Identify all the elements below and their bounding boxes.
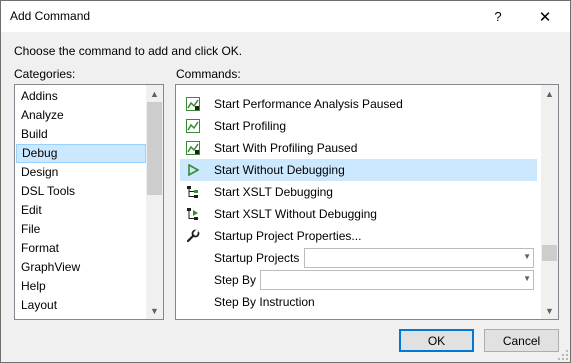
command-label: Start With Profiling Paused [214, 141, 358, 155]
help-icon: ? [494, 9, 502, 24]
resize-grip-icon[interactable] [556, 348, 568, 360]
command-item-startup-projects[interactable]: Startup Projects ▼ [180, 247, 537, 269]
command-item-step-by-instruction[interactable]: Step By Instruction [180, 291, 537, 313]
title-bar: Add Command ? ✕ [1, 1, 570, 32]
categories-scrollbar[interactable]: ▲ ▼ [146, 85, 163, 319]
chevron-down-icon: ▼ [523, 274, 531, 283]
step-by-combo[interactable]: ▼ [260, 270, 534, 290]
command-label: Step By [214, 273, 257, 287]
performance-chart-icon [185, 96, 201, 112]
category-item-debug[interactable]: Debug [16, 144, 146, 163]
category-item-format[interactable]: Format [16, 239, 146, 258]
category-item-design[interactable]: Design [16, 163, 146, 182]
command-item-start-performance-analysis-paused[interactable]: Start Performance Analysis Paused [180, 93, 537, 115]
category-item-build[interactable]: Build [16, 125, 146, 144]
chevron-down-icon: ▼ [523, 252, 531, 261]
command-label: Step By Instruction [214, 295, 315, 309]
command-label: Startup Projects [214, 251, 300, 265]
command-label: Startup Project Properties... [214, 229, 362, 243]
categories-scroll-thumb[interactable] [147, 102, 162, 195]
command-item-startup-project-properties[interactable]: Startup Project Properties... [180, 225, 537, 247]
category-item-dsl-tools[interactable]: DSL Tools [16, 182, 146, 201]
command-label: Start Profiling [214, 119, 287, 133]
scroll-down-icon[interactable]: ▼ [541, 302, 558, 319]
scroll-up-icon[interactable]: ▲ [146, 85, 163, 102]
scroll-down-icon[interactable]: ▼ [146, 302, 163, 319]
categories-listbox[interactable]: Addins Analyze Build Debug Design DSL To… [14, 84, 164, 320]
dialog-title: Add Command [10, 9, 91, 23]
wrench-icon [185, 228, 201, 244]
close-button[interactable]: ✕ [526, 1, 564, 32]
commands-scroll-thumb[interactable] [542, 245, 557, 261]
help-button[interactable]: ? [479, 1, 517, 32]
cancel-button[interactable]: Cancel [484, 329, 559, 352]
xslt-tree-icon [185, 184, 201, 200]
add-command-dialog: Add Command ? ✕ Choose the command to ad… [0, 0, 571, 363]
command-item-start-profiling[interactable]: Start Profiling [180, 115, 537, 137]
category-item-layout[interactable]: Layout [16, 296, 146, 315]
ok-button[interactable]: OK [399, 329, 474, 352]
play-triangle-icon [185, 162, 201, 178]
xslt-run-icon [185, 206, 201, 222]
command-label: Start Without Debugging [214, 163, 345, 177]
category-item-file[interactable]: File [16, 220, 146, 239]
category-item-edit[interactable]: Edit [16, 201, 146, 220]
scroll-up-icon[interactable]: ▲ [541, 85, 558, 102]
command-item-start-without-debugging[interactable]: Start Without Debugging [180, 159, 537, 181]
category-item-graphview[interactable]: GraphView [16, 258, 146, 277]
command-item-partial [180, 85, 537, 93]
commands-listbox[interactable]: Start Performance Analysis Paused Start … [175, 84, 559, 320]
commands-label: Commands: [176, 67, 241, 81]
profiling-paused-icon [185, 140, 201, 156]
commands-scrollbar[interactable]: ▲ ▼ [541, 85, 558, 319]
command-item-start-xslt-debugging[interactable]: Start XSLT Debugging [180, 181, 537, 203]
instruction-text: Choose the command to add and click OK. [14, 44, 243, 58]
category-item-help[interactable]: Help [16, 277, 146, 296]
command-label: Start XSLT Debugging [214, 185, 333, 199]
startup-projects-combo[interactable]: ▼ [304, 248, 534, 268]
command-item-start-with-profiling-paused[interactable]: Start With Profiling Paused [180, 137, 537, 159]
close-icon: ✕ [538, 8, 552, 26]
category-item-analyze[interactable]: Analyze [16, 106, 146, 125]
categories-label: Categories: [14, 67, 76, 81]
command-item-start-xslt-without-debugging[interactable]: Start XSLT Without Debugging [180, 203, 537, 225]
profiling-chart-icon [185, 118, 201, 134]
category-item-addins[interactable]: Addins [16, 87, 146, 106]
command-label: Start Performance Analysis Paused [214, 97, 403, 111]
command-item-step-by[interactable]: Step By ▼ [180, 269, 537, 291]
command-label: Start XSLT Without Debugging [214, 207, 377, 221]
